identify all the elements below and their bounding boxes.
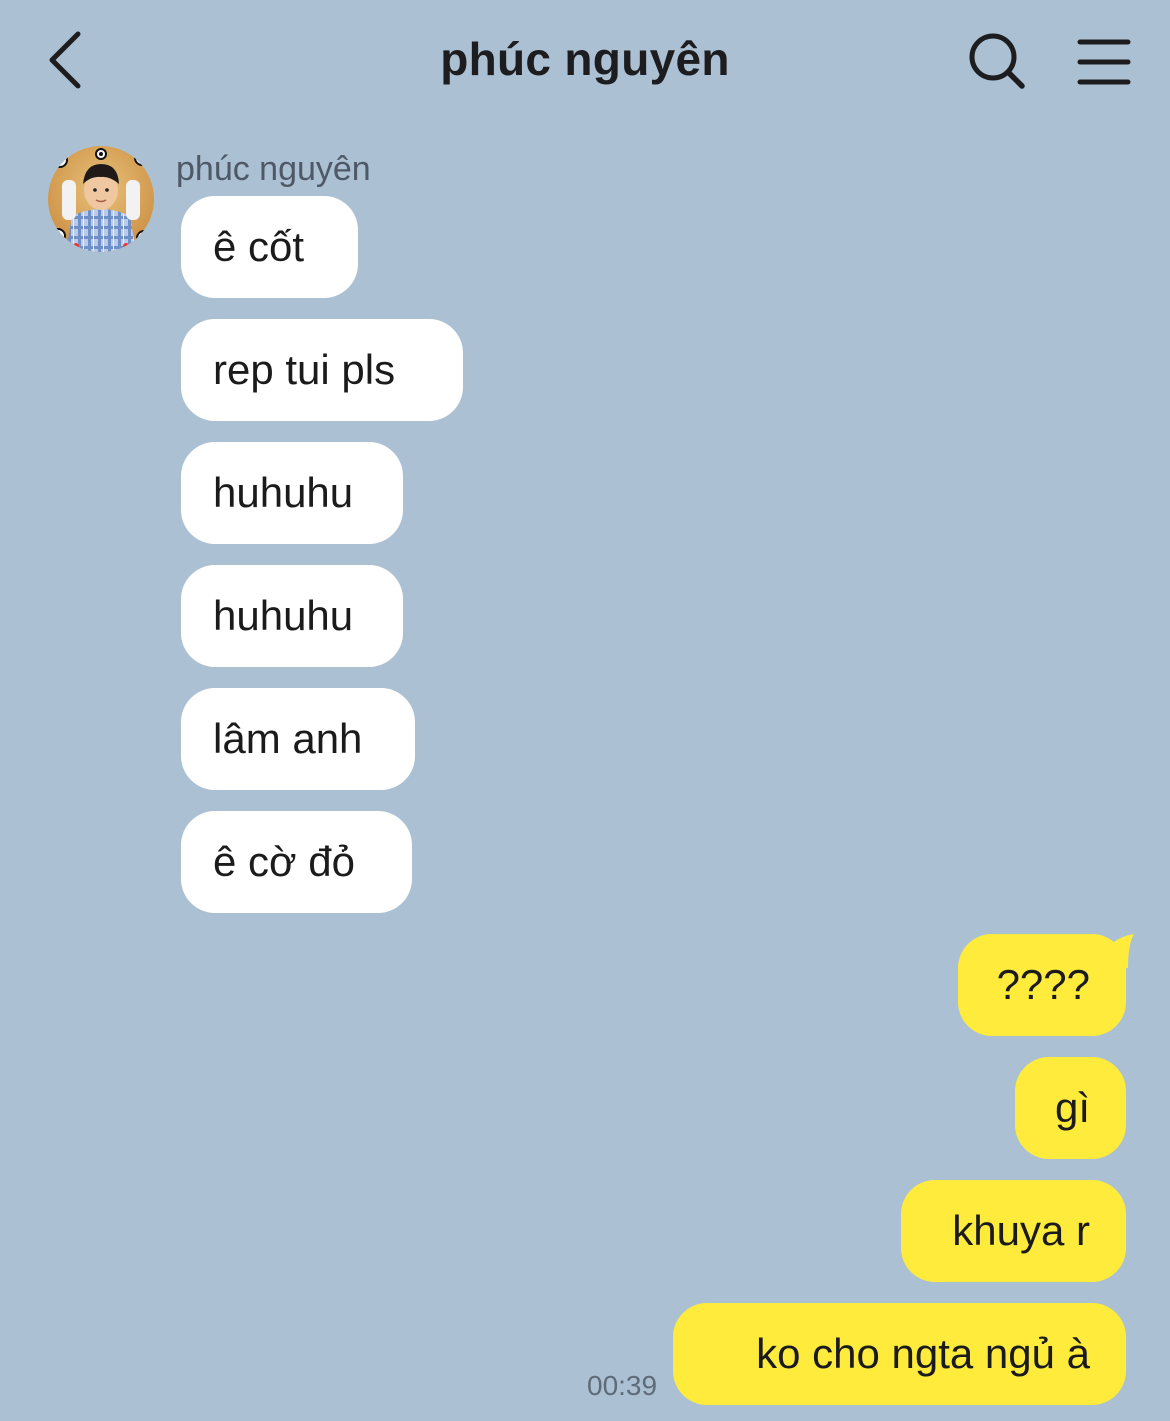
chat-header: phúc nguyên — [0, 0, 1170, 120]
incoming-message-bubble[interactable]: ê cờ đỏ — [181, 811, 412, 913]
incoming-message-bubble[interactable]: huhuhu — [181, 442, 403, 544]
sender-name: phúc nguyên — [176, 150, 371, 188]
outgoing-message-bubble[interactable]: gì — [1015, 1057, 1126, 1159]
menu-button[interactable] — [1072, 30, 1136, 94]
message-timestamp: 00:39 — [587, 1370, 658, 1401]
hamburger-menu-icon — [1077, 39, 1131, 85]
incoming-message-bubble[interactable]: huhuhu — [181, 565, 403, 667]
incoming-message-bubble[interactable]: ê cốt — [181, 196, 358, 298]
search-button[interactable] — [962, 26, 1032, 96]
outgoing-message-bubble[interactable]: ???? — [958, 934, 1126, 1036]
incoming-message-bubble[interactable]: lâm anh — [181, 688, 415, 790]
outgoing-message-bubble[interactable]: khuya r — [901, 1180, 1126, 1282]
sender-avatar[interactable] — [48, 146, 154, 252]
outgoing-message-bubble[interactable]: ko cho ngta ngủ à — [673, 1303, 1126, 1405]
incoming-message-bubble[interactable]: rep tui pls — [181, 319, 463, 421]
search-icon — [969, 33, 1025, 89]
